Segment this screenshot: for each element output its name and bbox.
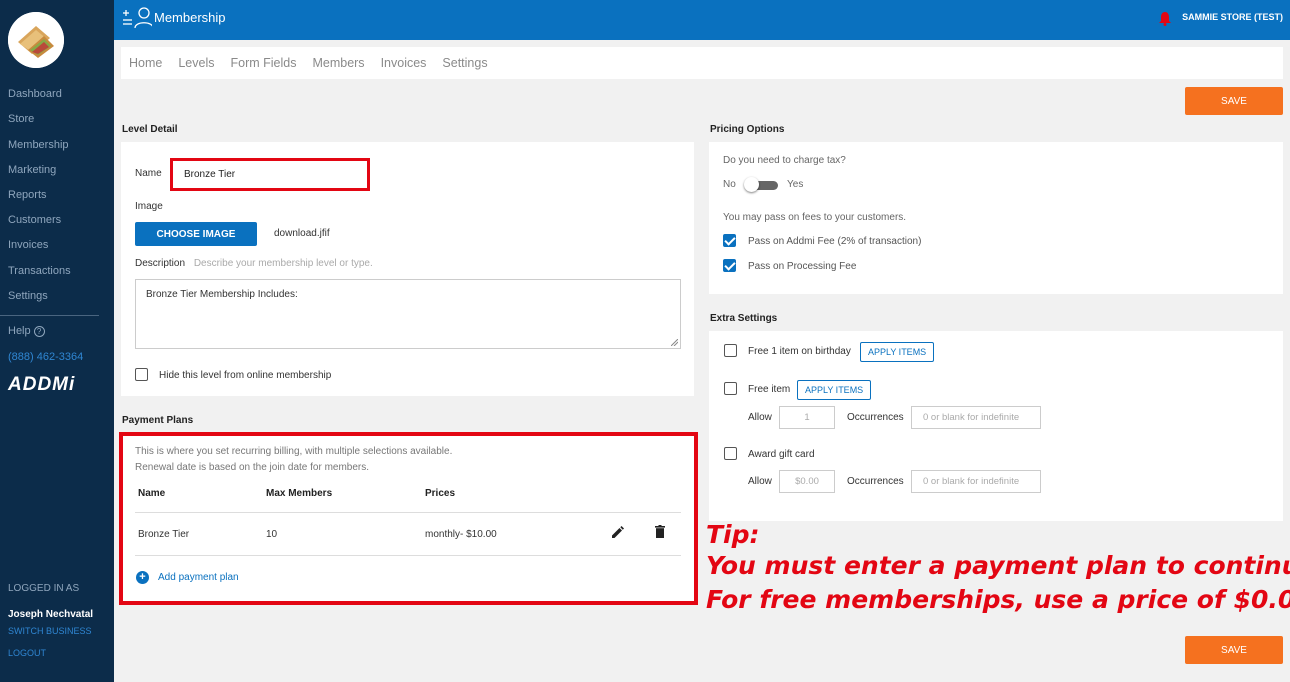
bell-icon[interactable] — [1159, 11, 1171, 29]
tax-no-label: No — [723, 179, 736, 190]
support-phone[interactable]: (888) 462-3364 — [8, 351, 83, 363]
tax-toggle[interactable] — [744, 177, 778, 192]
nav-reports[interactable]: Reports — [8, 189, 47, 201]
gift-card-label: Award gift card — [748, 449, 815, 460]
tax-question: Do you need to charge tax? — [723, 155, 846, 166]
store-logo[interactable] — [8, 12, 64, 68]
description-textarea[interactable]: Bronze Tier Membership Includes: — [135, 279, 681, 349]
help-label: Help — [8, 325, 31, 337]
save-button-bottom[interactable]: SAVE — [1185, 636, 1283, 664]
tip-line-2: For free memberships, use a price of $0.… — [706, 585, 1290, 614]
free-item-checkbox[interactable] — [724, 382, 737, 395]
nav-transactions[interactable]: Transactions — [8, 265, 71, 277]
file-name: download.jfif — [274, 228, 330, 239]
hide-level-checkbox[interactable] — [135, 368, 148, 381]
gift-amount-input[interactable]: $0.00 — [779, 470, 835, 493]
payment-plans-highlight — [119, 432, 698, 605]
tab-home[interactable]: Home — [129, 56, 162, 70]
level-detail-title: Level Detail — [122, 124, 178, 135]
nav-marketing[interactable]: Marketing — [8, 164, 56, 176]
tip-line-1: You must enter a payment plan to continu… — [706, 551, 1290, 580]
gift-amount-placeholder: $0.00 — [795, 476, 819, 487]
choose-image-button[interactable]: CHOOSE IMAGE — [135, 222, 257, 246]
processing-fee-checkbox[interactable] — [723, 259, 736, 272]
switch-business-link[interactable]: SWITCH BUSINESS — [8, 626, 92, 636]
nav-dashboard[interactable]: Dashboard — [8, 88, 62, 100]
birthday-label: Free 1 item on birthday — [748, 346, 851, 357]
allow-label-2: Allow — [748, 476, 772, 487]
brand-logo: ADDMi — [8, 374, 76, 395]
description-hint: Describe your membership level or type. — [193, 258, 373, 269]
allow-count-value: 1 — [804, 412, 810, 423]
occurrences-label-1: Occurrences — [847, 412, 904, 423]
logout-link[interactable]: LOGOUT — [8, 648, 46, 658]
hide-level-label: Hide this level from online membership — [159, 370, 332, 381]
birthday-checkbox[interactable] — [724, 344, 737, 357]
tab-invoices[interactable]: Invoices — [381, 56, 427, 70]
occurrences-input-2[interactable]: 0 or blank for indefinite — [911, 470, 1041, 493]
tax-yes-label: Yes — [787, 179, 804, 190]
free-item-label: Free item — [748, 384, 791, 395]
tab-bar: Home Levels Form Fields Members Invoices… — [121, 47, 1283, 79]
name-value: Bronze Tier — [184, 169, 236, 180]
user-name: Joseph Nechvatal — [8, 609, 94, 620]
tab-members[interactable]: Members — [312, 56, 364, 70]
apply-items-free-button[interactable]: APPLY ITEMS — [797, 380, 872, 400]
addmi-fee-checkbox[interactable] — [723, 234, 736, 247]
tab-levels[interactable]: Levels — [178, 56, 214, 70]
description-label: Description Describe your membership lev… — [135, 258, 373, 269]
resize-handle-icon[interactable] — [671, 339, 678, 346]
nav-membership[interactable]: Membership — [8, 139, 69, 151]
image-label: Image — [135, 201, 163, 212]
gift-card-checkbox[interactable] — [724, 447, 737, 460]
nav-store[interactable]: Store — [8, 113, 34, 125]
occurrences-label-2: Occurrences — [847, 476, 904, 487]
fees-text: You may pass on fees to your customers. — [723, 212, 907, 223]
description-label-text: Description — [135, 258, 186, 269]
topbar: Membership SAMMIE STORE (TEST) — [114, 0, 1290, 40]
extra-settings-title: Extra Settings — [710, 313, 778, 324]
payment-plans-title: Payment Plans — [122, 415, 194, 426]
page-title: Membership — [154, 10, 226, 25]
save-button-top[interactable]: SAVE — [1185, 87, 1283, 115]
processing-fee-label: Pass on Processing Fee — [748, 261, 857, 272]
nav-invoices[interactable]: Invoices — [8, 239, 48, 251]
tip-heading: Tip: — [706, 520, 760, 549]
nav-customers[interactable]: Customers — [8, 214, 61, 226]
occurrences-placeholder-2: 0 or blank for indefinite — [923, 476, 1020, 487]
toggle-knob — [744, 177, 759, 192]
sidebar: Dashboard Store Membership Marketing Rep… — [0, 0, 114, 682]
help-icon: ? — [33, 325, 45, 337]
store-name[interactable]: SAMMIE STORE (TEST) — [1182, 12, 1283, 22]
occurrences-placeholder-1: 0 or blank for indefinite — [923, 412, 1020, 423]
logged-in-label: LOGGED IN AS — [8, 583, 80, 594]
tab-form-fields[interactable]: Form Fields — [230, 56, 296, 70]
addmi-fee-label: Pass on Addmi Fee (2% of transaction) — [748, 236, 922, 247]
allow-label-1: Allow — [748, 412, 772, 423]
description-value: Bronze Tier Membership Includes: — [146, 289, 298, 300]
apply-items-birthday-button[interactable]: APPLY ITEMS — [860, 342, 935, 362]
allow-count-input[interactable]: 1 — [779, 406, 835, 429]
tab-settings[interactable]: Settings — [442, 56, 487, 70]
membership-icon — [122, 6, 154, 35]
name-label: Name — [135, 168, 162, 179]
sidebar-divider — [0, 315, 99, 316]
help-link[interactable]: Help ? — [8, 325, 45, 337]
nav-settings[interactable]: Settings — [8, 290, 48, 302]
name-input[interactable]: Bronze Tier — [170, 158, 370, 191]
pricing-options-title: Pricing Options — [710, 124, 785, 135]
occurrences-input-1[interactable]: 0 or blank for indefinite — [911, 406, 1041, 429]
